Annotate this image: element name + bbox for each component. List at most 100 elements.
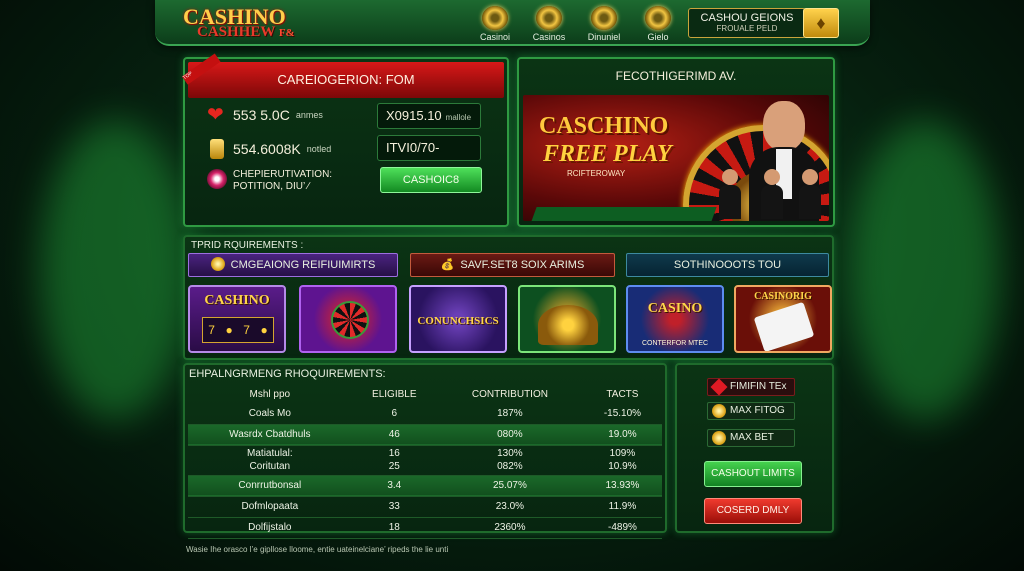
col-header: TACTS — [606, 388, 639, 400]
cell-game: Conrrutbonsal — [238, 480, 302, 491]
table-row: Matiatulal: Coritutan 16 25 130% 082% 109% 1… — [188, 445, 662, 475]
game-tile-casino-cards[interactable]: CASINO CONTERFOR MTEC — [626, 285, 724, 353]
limit-label: FIMIFIN TEx — [730, 381, 787, 392]
cell-eligible: 46 — [388, 429, 400, 440]
game-tile-chips[interactable] — [299, 285, 397, 353]
table-row: Conrrutbonsal 3.4 25.07% 13.93% — [188, 475, 662, 496]
tab-wagering[interactable]: CMGEAIONG REIFIUIMIRTS — [188, 253, 398, 277]
requirements-tabs-panel: TPRID RQUIREMENTS : CMGEAIONG REIFIUIMIR… — [183, 235, 834, 360]
box-value: X0915.10 — [386, 108, 442, 123]
cashout-limits-button[interactable]: CASHOUT LIMITS — [704, 461, 802, 487]
cell-eligible: 3.4 — [387, 480, 402, 491]
nav-casinos[interactable]: Casinos — [521, 6, 577, 42]
upgrade-button[interactable]: ♦ — [803, 8, 839, 38]
cell-eligible: 33 — [388, 501, 400, 512]
limit-item[interactable]: FIMIFIN TEx — [707, 378, 795, 396]
cash-button[interactable]: CASHOIC8 — [380, 167, 482, 193]
tab-other[interactable]: SOTHINOOOTS TOU — [626, 253, 829, 277]
cell-game: Wasrdx Cbatdhuls — [229, 429, 311, 440]
balance-title: CASHOU GEIONS — [700, 12, 794, 24]
limit-item[interactable]: MAX BET — [707, 429, 795, 447]
token-icon — [591, 6, 617, 30]
bonus-value-box: ITVI0/70-10mailade — [377, 135, 481, 179]
bonus-panel-title: CAREIOGERION: FOM — [188, 62, 504, 98]
game-tile-cashino[interactable]: CASHINO 7 ● 7 ● — [188, 285, 286, 353]
player-figure — [799, 169, 821, 219]
col-header: Mshl ppo — [249, 388, 291, 400]
nav-gielo[interactable]: Gielo — [630, 6, 686, 42]
limit-label: MAX FITOG — [730, 405, 785, 416]
bonus-value: 553 5.0C — [233, 107, 290, 123]
promo-panel: FECOTHIGERIMD AV. CASCHINO FREE PLAY RCI… — [517, 57, 835, 227]
slot-machine-icon: 7 ● 7 ● — [202, 317, 274, 343]
footnote: Wasie Ihe orasco l’e gipllose lloome, en… — [186, 545, 449, 554]
heart-icon: ❤ — [207, 104, 224, 126]
coin-icon — [210, 257, 225, 271]
game-tile-conunchsics[interactable]: CONUNCHSICS — [409, 285, 507, 353]
bonus-label: CHEPIERUTIVATION: — [233, 169, 333, 180]
cell-contribution: 080% — [497, 429, 523, 440]
bonus-label: POTITION, DIU’ ∕ — [233, 181, 310, 192]
bonus-value-box: X0915.10 mallole — [377, 103, 481, 129]
nav-casinoi[interactable]: Casinoi — [467, 6, 523, 42]
limits-panel: FIMIFIN TEx MAX FITOG MAX BET CASHOUT LI… — [675, 363, 834, 533]
table-header-row: Mshl ppo ELIGIBLE CONTRIBUTION TACTS — [188, 385, 662, 403]
table-row: Dolfijstalo 18 2360% -489% — [188, 517, 662, 538]
chips-icon — [207, 169, 227, 189]
background-glow — [850, 120, 1000, 420]
diamond-icon: ♦ — [816, 13, 826, 33]
tile-sub: CONTERFOR MTEC — [641, 340, 709, 347]
chip-icon — [482, 6, 508, 30]
table-row: Dofmlopaata 33 23.0% 11.9% — [188, 496, 662, 517]
bonus-unit: anmes — [295, 110, 323, 120]
tile-name: CONUNCHSICS — [417, 315, 499, 327]
table-felt — [529, 207, 717, 221]
bonus-row: ❤ 553 5.0C anmes — [207, 105, 323, 125]
nav-dinuniel[interactable]: Dinuniel — [576, 6, 632, 42]
balance-sub: FROUALE PELD — [716, 24, 778, 33]
table-row: Coals Mo 6 187% -15.10% — [188, 403, 662, 424]
cell-tacts: 11.9% — [608, 501, 637, 512]
game-tile-casinorig[interactable]: CASINORIG — [734, 285, 832, 353]
promo-line2: FREE PLAY — [543, 141, 672, 167]
casino-chips-icon — [331, 301, 369, 339]
nav-label: Casinoi — [479, 32, 510, 42]
cell-game: Dofmlopaata — [241, 501, 299, 512]
casino-logo[interactable]: CASHINO CASHHEW F& — [183, 4, 333, 44]
cell-contribution: 25.07% — [492, 480, 527, 491]
cell-tacts: 19.0% — [608, 429, 637, 440]
game-tile-slot-wheel[interactable] — [518, 285, 616, 353]
cell-contribution: 2360% — [494, 522, 526, 533]
tile-name: CASHINO — [204, 293, 270, 308]
bar-icon — [210, 139, 224, 159]
nav-label: Gielo — [647, 32, 669, 42]
table-row: Wasrdx Cbatdhuls 46 080% 19.0% — [188, 424, 662, 445]
cell-contribution: 187% — [497, 407, 523, 419]
limit-item[interactable]: MAX FITOG — [707, 402, 795, 420]
cell-tacts: 109% 10.9% — [608, 448, 637, 472]
background-glow — [40, 120, 190, 420]
requirements-table-panel: EHPALNGRMENG RHOQUIREMENTS: Mshl ppo ELI… — [183, 363, 667, 538]
promo-line3: RCIFTEROWAY — [567, 169, 626, 178]
requirements-table: Mshl ppo ELIGIBLE CONTRIBUTION TACTS Coa… — [188, 385, 662, 539]
tab-safe-bets[interactable]: 💰 SAVF.SET8 SOIX ARIMS — [410, 253, 615, 277]
balance-box[interactable]: CASHOU GEIONS FROUALE PELD — [688, 8, 806, 38]
promo-banner[interactable]: CASCHINO FREE PLAY RCIFTEROWAY — [523, 95, 829, 221]
cell-tacts: -489% — [607, 522, 637, 533]
cell-tacts: 13.93% — [605, 480, 640, 491]
promo-title: FECOTHIGERIMD AV. — [615, 69, 737, 83]
tab-label: SOTHINOOOTS TOU — [673, 259, 782, 271]
col-header: CONTRIBUTION — [471, 388, 548, 400]
logo-line2: CASHHEW F& — [197, 24, 295, 40]
nav-label: Casinos — [532, 32, 566, 42]
tab-label: CMGEAIONG REIFIUIMIRTS — [230, 259, 376, 271]
tab-label: SAVF.SET8 SOIX ARIMS — [460, 259, 585, 271]
cell-game: Matiatulal: Coritutan — [247, 448, 293, 472]
money-bag-icon: 💰 — [440, 259, 455, 271]
bonus-panel: CAREIOGERION: FOM TOP ❤ 553 5.0C anmes 5… — [181, 53, 509, 227]
promo-line1: CASCHINO — [539, 113, 669, 139]
player-figure — [719, 169, 741, 219]
red-action-button[interactable]: COSERD DMLY — [704, 498, 802, 524]
ruby-icon — [710, 378, 728, 396]
cell-tacts: -15.10% — [603, 407, 642, 419]
